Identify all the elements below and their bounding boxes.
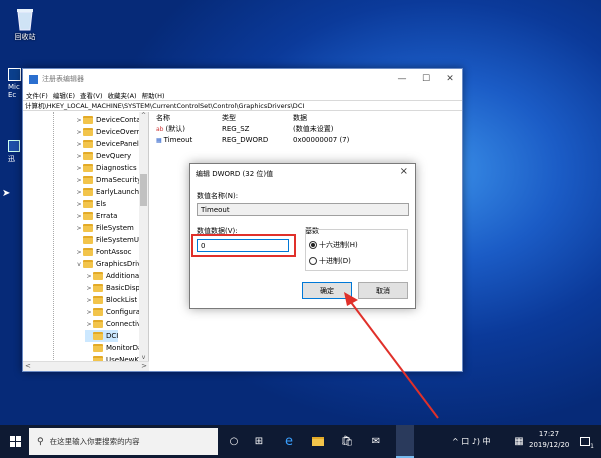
clock-date: 2019/12/20 <box>529 441 570 449</box>
notification-icon[interactable]: 1 <box>578 434 594 450</box>
system-tray[interactable]: ^ 口 ♪) 中 <box>452 436 491 447</box>
file-explorer-icon[interactable] <box>311 434 325 448</box>
task-view-icon[interactable]: ⊞ <box>252 434 266 448</box>
taskbar-search[interactable]: ⚲ 在这里输入你要搜索的内容 <box>29 428 218 455</box>
clock-time: 17:27 <box>538 430 560 438</box>
clock[interactable]: 17:27 2019/12/20 <box>529 429 569 451</box>
annotation-arrow <box>344 292 439 419</box>
search-icon: ⚲ <box>37 436 44 447</box>
regedit-taskbar-icon[interactable] <box>396 425 414 458</box>
search-placeholder: 在这里输入你要搜索的内容 <box>49 437 140 446</box>
cortana-icon[interactable]: ○ <box>227 434 241 448</box>
edge-icon[interactable]: e <box>282 434 296 449</box>
notification-count: 1 <box>590 443 594 450</box>
input-method-icon[interactable]: ▦ <box>512 434 526 448</box>
taskbar: ⚲ 在这里输入你要搜索的内容 ○ ⊞ e 🛍 ✉ ^ 口 ♪) 中 ▦ 17:2… <box>0 425 601 458</box>
start-icon[interactable] <box>8 434 22 448</box>
mail-icon[interactable]: ✉ <box>369 434 383 448</box>
store-icon[interactable]: 🛍 <box>340 434 354 448</box>
